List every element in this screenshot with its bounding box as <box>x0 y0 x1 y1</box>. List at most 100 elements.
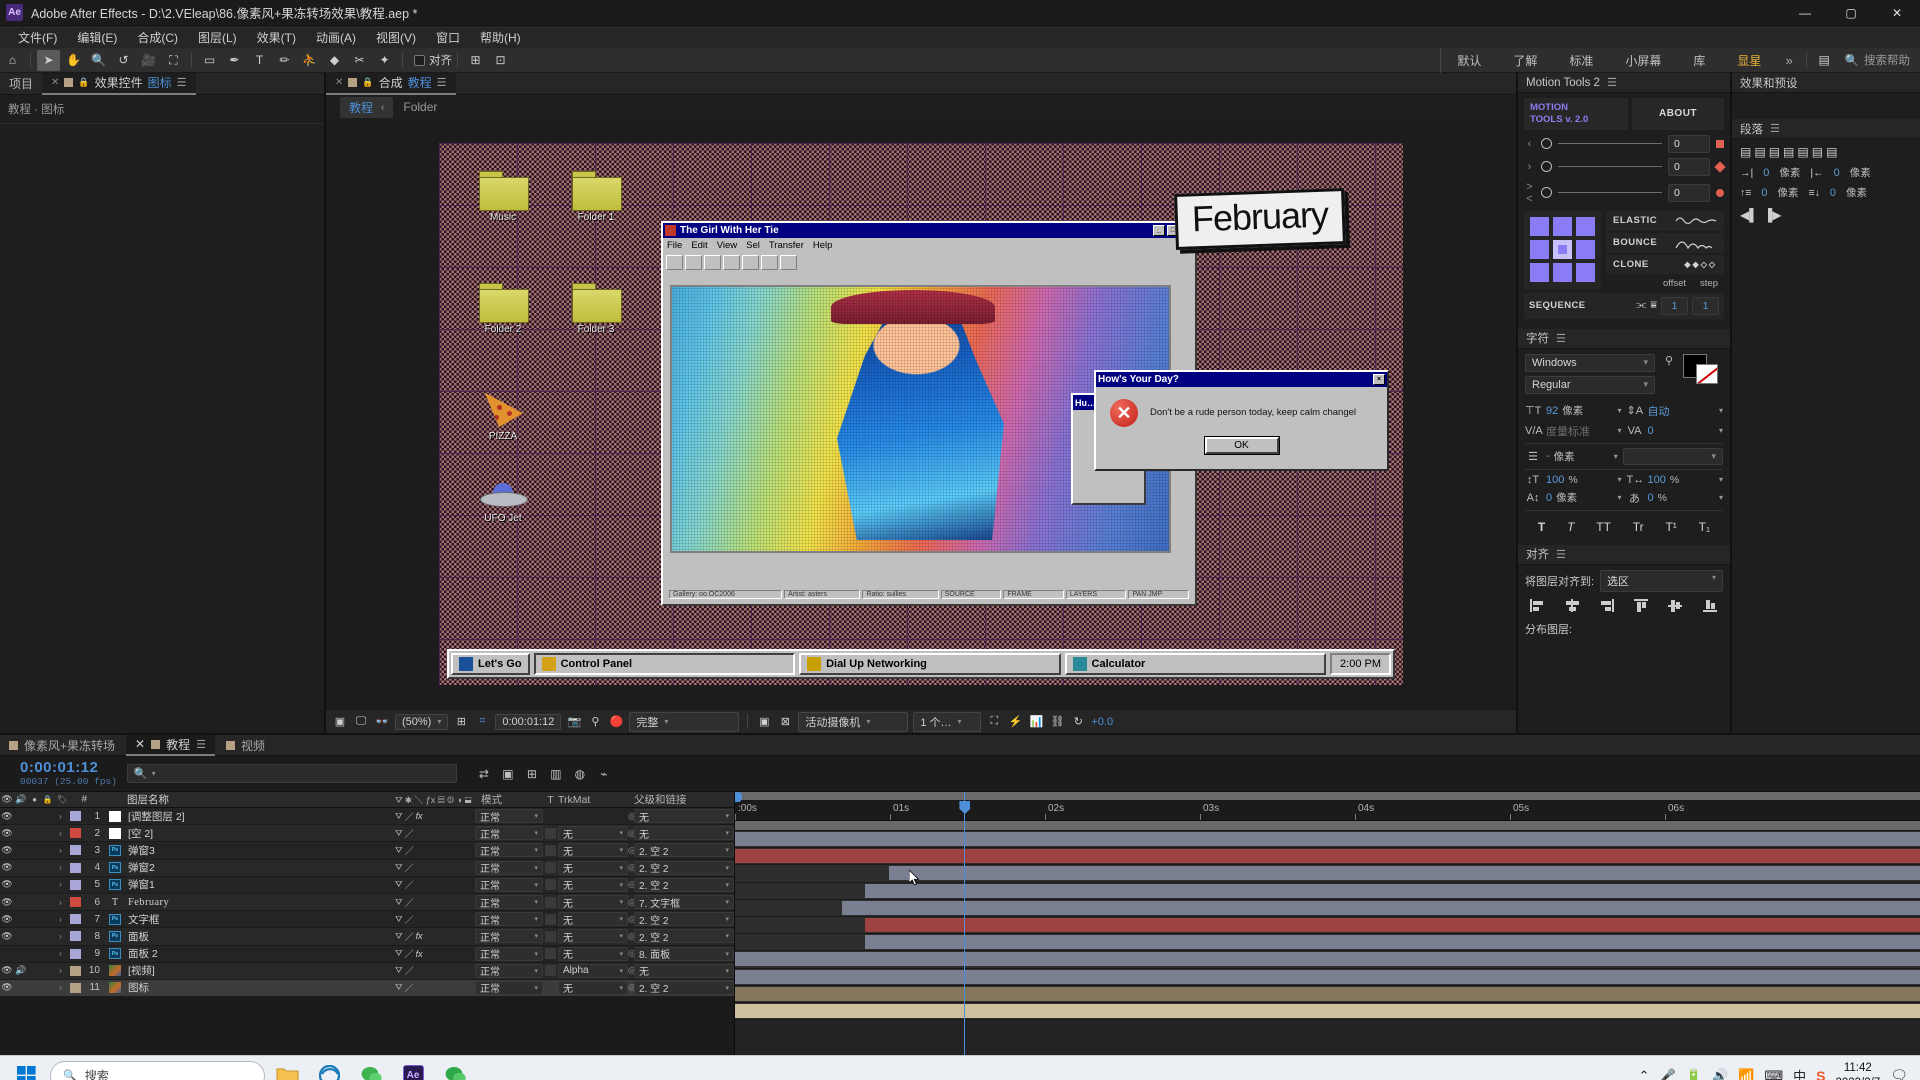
print-icon[interactable] <box>780 255 797 270</box>
current-time-indicator[interactable] <box>964 792 966 1055</box>
align-center-horizontal-icon[interactable] <box>1564 598 1581 613</box>
layer-label-color[interactable] <box>67 828 83 839</box>
3d-glasses-icon[interactable]: 👓 <box>374 714 390 730</box>
table-row[interactable]: 👁 › 4 Ps 弹窗2 ⛛ ／正常 ▾ 无 ▾ ◎ 2. 空 2 ▾ <box>0 859 734 877</box>
hand-tool-icon[interactable]: ✋ <box>62 50 85 71</box>
layer-parent[interactable]: 2. 空 2 ▾ <box>634 912 734 927</box>
layer-preserve-transparency[interactable] <box>543 982 558 994</box>
para-justify-last-left-icon[interactable]: ▤ <box>1783 145 1794 159</box>
align-center-vertical-icon[interactable] <box>1667 598 1684 613</box>
layer-bar-row[interactable] <box>735 951 1920 969</box>
workspace-more-icon[interactable]: » <box>1777 53 1800 68</box>
layer-switches[interactable]: ⛛ ／ <box>395 913 475 926</box>
anchor-mid-left[interactable] <box>1530 240 1549 260</box>
layer-visibility-toggle[interactable]: 👁 <box>0 897 14 908</box>
layer-label-color[interactable] <box>67 845 83 856</box>
dialog-ok-button[interactable]: OK <box>1203 436 1280 455</box>
layer-duration-bar[interactable] <box>735 969 1920 984</box>
chevron-down-icon[interactable]: ▾ <box>1617 493 1621 502</box>
faux-italic-button[interactable]: T <box>1567 520 1574 534</box>
elastic-preset-button[interactable]: ELASTIC <box>1606 210 1724 231</box>
slider-value-3[interactable]: 0 <box>1668 183 1710 202</box>
anchor-mid-right[interactable] <box>1576 240 1595 260</box>
layer-blend-mode[interactable]: 正常 ▾ <box>475 809 543 824</box>
vertical-scale-field[interactable]: 100 % ▾ <box>1546 474 1622 486</box>
chevron-down-icon[interactable]: ▾ <box>1719 475 1723 484</box>
horizontal-scale-field[interactable]: 100 % ▾ <box>1648 474 1724 486</box>
layer-track-matte[interactable]: 无 ▾ <box>558 980 628 995</box>
layer-duration-bar[interactable] <box>735 832 1920 846</box>
layer-switches[interactable]: ⛛ ／ <box>395 981 475 994</box>
layer-audio-toggle[interactable]: 🔊 <box>14 965 28 976</box>
layer-blend-mode[interactable]: 正常 ▾ <box>475 946 543 961</box>
layer-parent[interactable]: 2. 空 2 ▾ <box>634 929 734 944</box>
layer-parent[interactable]: 无 ▾ <box>634 826 734 841</box>
layer-blend-mode[interactable]: 正常 ▾ <box>475 912 543 927</box>
exposure-value[interactable]: +0.0 <box>1091 716 1113 728</box>
camera-select[interactable]: 活动摄像机 ▾ <box>798 711 909 732</box>
rtl-direction-icon[interactable]: ▐▶ <box>1764 208 1782 222</box>
resolution-select[interactable]: 完整 ▾ <box>629 711 740 732</box>
align-bottom-icon[interactable] <box>1702 598 1719 613</box>
layer-blend-mode[interactable]: 正常 ▾ <box>475 843 543 858</box>
align-to-select[interactable]: 选区 ▾ <box>1600 569 1723 592</box>
layer-name[interactable]: 弹窗1 <box>125 877 395 892</box>
desktop-icon-ufo[interactable]: UFO Jet <box>469 483 537 524</box>
layer-parent[interactable]: 2. 空 2 ▾ <box>634 980 734 995</box>
views-select[interactable]: 1 个… ▾ <box>913 711 982 732</box>
layer-parent[interactable]: 7. 文字框 ▾ <box>634 895 734 910</box>
palette-icon[interactable] <box>761 255 778 270</box>
desktop-icon-folder1[interactable]: Folder 1 <box>562 171 630 223</box>
layer-name[interactable]: 弹窗3 <box>125 843 395 858</box>
notifications-icon[interactable]: 🗨 <box>1890 1067 1908 1080</box>
layer-track-matte[interactable]: 无 ▾ <box>558 929 628 944</box>
tray-expand-icon[interactable]: ⌃ <box>1639 1068 1650 1080</box>
layer-name[interactable]: [空 2] <box>125 826 395 841</box>
maximize-button[interactable]: ▢ <box>1828 0 1874 26</box>
square-marker-icon[interactable] <box>1716 139 1724 148</box>
close-button[interactable]: ✕ <box>1874 0 1920 26</box>
taskbar-wechat[interactable] <box>351 1057 391 1080</box>
slider-knob[interactable] <box>1541 161 1552 173</box>
chevron-left-icon[interactable]: ‹ <box>381 102 384 113</box>
layer-switches[interactable]: ⛛ ／ <box>395 844 475 857</box>
layer-preserve-transparency[interactable] <box>543 930 558 942</box>
puppet-tool-icon[interactable]: ✦ <box>373 50 396 71</box>
layer-expand-arrow[interactable]: › <box>54 966 67 975</box>
retro-task-control-panel[interactable]: Control Panel <box>533 653 796 675</box>
superscript-button[interactable]: T¹ <box>1665 520 1676 534</box>
layer-duration-bar[interactable] <box>865 883 1920 898</box>
slider-knob[interactable] <box>1541 187 1552 199</box>
roto-brush-tool-icon[interactable]: ✂ <box>348 50 371 71</box>
layer-expand-arrow[interactable]: › <box>54 829 67 838</box>
slider-value-1[interactable]: 0 <box>1668 134 1710 153</box>
frame-blending-icon[interactable]: ▥ <box>547 765 565 783</box>
camera-tool-icon[interactable]: 🎥 <box>137 50 160 71</box>
both-arrows-icon[interactable]: >< <box>1524 181 1535 205</box>
layer-preserve-transparency[interactable] <box>543 913 558 925</box>
table-row[interactable]: › 9 Ps 面板 2 ⛛ ／ fx 正常 ▾ 无 ▾ ◎ 8. 面板 ▾ <box>0 945 734 963</box>
type-tool-icon[interactable]: T <box>248 50 271 71</box>
slider-track[interactable] <box>1558 192 1662 194</box>
snapping-checkbox[interactable] <box>414 54 425 66</box>
layer-blend-mode[interactable]: 正常 ▾ <box>475 980 543 995</box>
all-caps-button[interactable]: TT <box>1596 520 1611 534</box>
retro-task-dialup[interactable]: Dial Up Networking <box>799 653 1061 675</box>
layer-preserve-transparency[interactable] <box>543 965 558 977</box>
layer-bar-row[interactable] <box>735 916 1920 935</box>
retro-start-button[interactable]: Let's Go <box>451 653 530 675</box>
layer-switches[interactable]: ⛛ ／ <box>395 878 475 891</box>
comp-flowchart-icon[interactable]: ⛓ <box>1049 714 1065 730</box>
grid-guides-icon[interactable]: ⊞ <box>453 714 469 730</box>
fast-preview-icon[interactable]: ⚡ <box>1007 714 1023 730</box>
layer-label-color[interactable] <box>67 811 83 822</box>
chevron-down-icon[interactable]: ▾ <box>1719 406 1723 415</box>
pixel-aspect-icon[interactable]: ⛶ <box>986 714 1002 730</box>
taskbar-after-effects[interactable]: Ae <box>393 1057 433 1080</box>
motion-slider-row-2[interactable]: › 0 <box>1524 157 1726 176</box>
layer-preserve-transparency[interactable] <box>543 896 558 908</box>
table-row[interactable]: 👁 › 7 Ps 文字框 ⛛ ／正常 ▾ 无 ▾ ◎ 2. 空 2 ▾ <box>0 911 734 929</box>
para-justify-all-icon[interactable]: ▤ <box>1826 145 1837 159</box>
anchor-bottom-right[interactable] <box>1576 263 1595 283</box>
timeline-graph[interactable]: :00s 01s 02s 03s 04s 05s 06s <box>735 792 1920 1055</box>
